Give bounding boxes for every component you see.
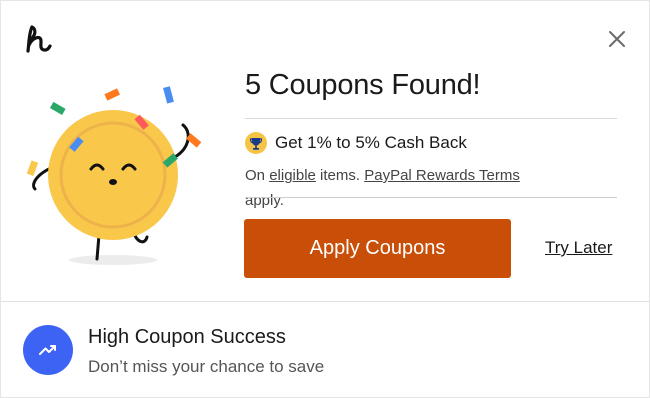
divider [245,197,617,198]
paypal-rewards-terms-link[interactable]: PayPal Rewards Terms [364,167,520,184]
terms-text: On eligible items. PayPal Rewards Terms a… [245,163,617,213]
footer-title: High Coupon Success [88,326,286,348]
terms-middle: items. [315,167,365,184]
cashback-text: Get 1% to 5% Cash Back [275,133,467,152]
try-later-link[interactable]: Try Later [545,238,612,258]
coupon-popup: 5 Coupons Found! Get 1% to 5% Cash Back … [0,0,650,398]
cashback-row: Get 1% to 5% Cash Back [245,131,467,155]
trophy-icon [245,132,267,154]
footer-subtitle: Don’t miss your chance to save [88,357,325,376]
eligible-link[interactable]: eligible [269,167,316,184]
divider [245,118,617,119]
page-title: 5 Coupons Found! [245,69,481,101]
close-icon[interactable] [605,27,629,51]
terms-suffix: apply. [245,192,284,209]
mascot-shadow [69,255,157,265]
trending-up-icon [23,325,73,375]
trending-up-glyph [39,345,56,355]
terms-prefix: On [245,167,270,184]
coin-mascot-illustration [26,86,202,265]
footer-divider [1,301,650,302]
apply-coupons-button[interactable]: Apply Coupons [244,219,511,278]
honey-h-logo-icon [26,25,52,53]
